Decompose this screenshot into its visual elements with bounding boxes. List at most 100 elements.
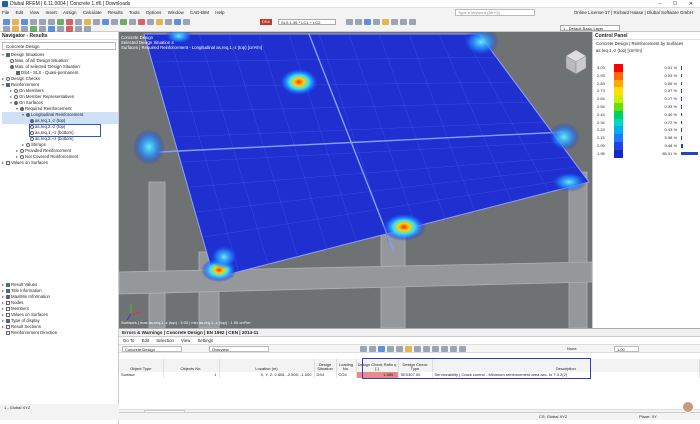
- checkbox[interactable]: [6, 306, 10, 311]
- col-loading-no[interactable]: Loading No.: [336, 359, 357, 372]
- checkbox[interactable]: [16, 70, 20, 75]
- checkbox[interactable]: [6, 324, 10, 329]
- radio[interactable]: [30, 136, 34, 141]
- next-icon[interactable]: [355, 19, 362, 25]
- legend-swatch: [614, 118, 623, 127]
- tree-item-values-on-surfaces[interactable]: ▸ Values on Surfaces: [2, 160, 118, 166]
- prev-icon[interactable]: [346, 19, 353, 25]
- refresh-icon[interactable]: [441, 346, 448, 352]
- model-viewport[interactable]: [119, 32, 592, 328]
- menu-edit[interactable]: Edit: [16, 10, 24, 15]
- checkbox[interactable]: [6, 52, 10, 57]
- legend-row: 2.64 0.17 %: [597, 95, 697, 103]
- design-situation-badge: DS4: [260, 19, 272, 25]
- load-combination-select[interactable]: SLS 1.35 * LC1 + LC2: [278, 19, 336, 25]
- menu-assign[interactable]: Assign: [63, 10, 77, 15]
- legend-swatch: [614, 87, 623, 96]
- menu-edit-results[interactable]: Edit: [142, 338, 149, 343]
- menu-file[interactable]: File: [2, 10, 9, 15]
- col-object-type[interactable]: Object Type: [119, 359, 164, 372]
- radio[interactable]: [20, 148, 24, 153]
- module-select[interactable]: Concrete Design: [122, 346, 182, 352]
- checkbox[interactable]: [6, 318, 10, 323]
- result-diagram-icon[interactable]: [364, 19, 371, 25]
- radio[interactable]: [26, 112, 30, 117]
- col-design-situation[interactable]: Design Situation: [314, 359, 337, 372]
- menu-view[interactable]: View: [30, 10, 40, 15]
- menu-options[interactable]: Options: [146, 10, 162, 15]
- ratio-filter-input[interactable]: 1.00: [614, 346, 639, 352]
- columns-icon[interactable]: [396, 346, 403, 352]
- col-location[interactable]: Location (m): [219, 359, 315, 372]
- slab-surface[interactable]: [143, 33, 590, 279]
- print-table-icon[interactable]: [387, 346, 394, 352]
- radio[interactable]: [20, 154, 24, 159]
- menu-insert[interactable]: Insert: [46, 10, 57, 15]
- cell-loading: CO4: [336, 372, 357, 378]
- col-objects-no[interactable]: Objects No.: [163, 359, 220, 372]
- view-cube-icon[interactable]: [565, 49, 587, 75]
- layer-select[interactable]: 1 - Default Basic Layer: [560, 25, 620, 31]
- menu-window[interactable]: Window: [168, 10, 184, 15]
- window-controls[interactable]: – ☐ ✕: [659, 0, 698, 8]
- menu-selection[interactable]: Selection: [156, 338, 174, 343]
- overview-select[interactable]: Overview: [209, 346, 269, 352]
- iso-view-icon[interactable]: [382, 19, 389, 25]
- legend-row: 2.54 0.33 %: [597, 103, 697, 111]
- animation-icon[interactable]: [373, 19, 380, 25]
- checkbox[interactable]: [6, 330, 10, 335]
- checkbox[interactable]: [6, 82, 10, 87]
- menu-help[interactable]: Help: [215, 10, 224, 15]
- model-render[interactable]: [119, 32, 592, 328]
- legend-row: 2.44 0.40 %: [597, 110, 697, 119]
- axis-icon: [126, 304, 142, 321]
- sort-icon[interactable]: [414, 346, 421, 352]
- legend-percent: 0.40 %: [664, 111, 677, 117]
- menu-settings[interactable]: Settings: [198, 338, 214, 343]
- search-table-icon[interactable]: [423, 346, 430, 352]
- view-y-icon[interactable]: [400, 19, 407, 25]
- settings-table-icon[interactable]: [450, 346, 457, 352]
- radio[interactable]: [30, 118, 34, 123]
- legend-value: 2.44: [597, 111, 605, 117]
- radio[interactable]: [6, 76, 10, 81]
- checkbox[interactable]: [6, 294, 10, 299]
- menu-cad-bim[interactable]: CAD-BIM: [190, 10, 209, 15]
- menu-tools[interactable]: Tools: [129, 10, 140, 15]
- radio[interactable]: [20, 106, 24, 111]
- menu-view-results[interactable]: View: [181, 338, 190, 343]
- radio[interactable]: [14, 94, 18, 99]
- radio[interactable]: [14, 88, 18, 93]
- view-z-icon[interactable]: [409, 19, 416, 25]
- highlight-icon[interactable]: [405, 346, 412, 352]
- radio[interactable]: [10, 58, 14, 63]
- tree-item-reinforcement-direction[interactable]: Reinforcement Direction: [2, 330, 57, 336]
- menu-go-to[interactable]: Go To: [123, 338, 134, 343]
- checkbox[interactable]: [6, 282, 10, 287]
- export-icon[interactable]: [369, 346, 376, 352]
- radio[interactable]: [26, 142, 30, 147]
- color-legend[interactable]: 3.03 0.01 % 2.93 0.03 % 2.83 0.06 % 2.73 0.07 %…: [593, 64, 700, 164]
- checkbox[interactable]: [6, 160, 10, 165]
- coordinate-system-select[interactable]: 1 - Global XYZ: [4, 405, 30, 410]
- legend-percent: 9.48 %: [664, 143, 677, 148]
- filter-tool-icon[interactable]: [360, 346, 367, 352]
- legend-row: 1.95 85.01 %: [597, 149, 698, 158]
- navigator-dropdown[interactable]: Concrete Design: [2, 42, 116, 50]
- search-input[interactable]: Type a keyword (Alt+Q): [455, 9, 535, 16]
- zoom-table-icon[interactable]: [432, 346, 439, 352]
- legend-swatch: [614, 71, 623, 80]
- checkbox[interactable]: [6, 300, 10, 305]
- radio[interactable]: [14, 100, 18, 105]
- legend-swatch: [614, 95, 623, 103]
- view-x-icon[interactable]: [391, 19, 398, 25]
- excel-icon[interactable]: [378, 346, 385, 352]
- view-footer: Surfaces | max as,req,1,-z (top) : 3.03 …: [121, 320, 251, 325]
- menu-calculate[interactable]: Calculate: [83, 10, 102, 15]
- legend-bar: [681, 112, 682, 117]
- menu-results[interactable]: Results: [108, 10, 123, 15]
- radio[interactable]: [10, 64, 14, 69]
- checkbox[interactable]: [6, 288, 10, 293]
- checkbox[interactable]: [6, 312, 10, 317]
- info-icon[interactable]: [459, 346, 466, 352]
